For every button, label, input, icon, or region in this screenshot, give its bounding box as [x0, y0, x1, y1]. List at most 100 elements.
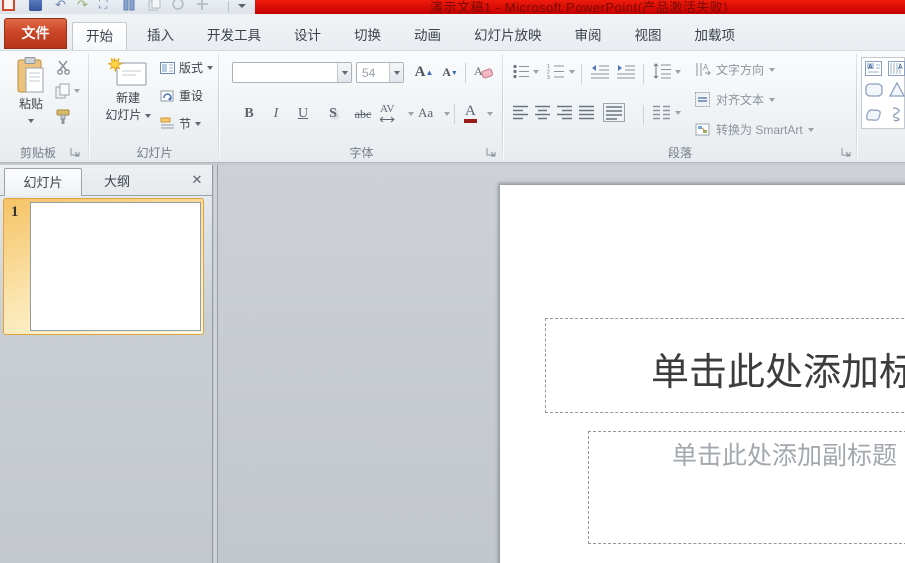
align-right-button[interactable] — [557, 105, 573, 120]
line-spacing-button[interactable] — [653, 63, 671, 79]
italic-button[interactable]: I — [268, 103, 284, 125]
open-icon[interactable]: ⛶ — [99, 0, 112, 11]
scribble-shape-icon[interactable] — [890, 106, 905, 122]
bold-button[interactable]: B — [240, 103, 258, 125]
ribbon: 粘贴 剪贴板 新建 幻灯片 版式 重设 节 幻灯片 54 A ▲ A ▼ A B… — [0, 50, 905, 163]
cut-icon[interactable] — [56, 59, 72, 75]
new-slide-dropdown-icon — [144, 113, 151, 118]
tab-slideshow[interactable]: 幻灯片放映 — [461, 22, 555, 50]
slide-thumbnail-selected[interactable]: 1 — [3, 198, 204, 335]
reset-button[interactable]: 重设 — [160, 87, 203, 104]
subtitle-placeholder[interactable]: 单击此处添加副标题 — [588, 431, 905, 544]
text-direction-button[interactable]: A 文字方向 — [695, 61, 776, 78]
svg-text:A: A — [868, 64, 873, 71]
align-text-dropdown-icon — [769, 97, 776, 102]
bullets-button[interactable] — [513, 64, 530, 79]
copy-icon[interactable] — [148, 0, 161, 11]
font-name-combobox[interactable] — [232, 62, 352, 83]
rounded-rectangle-shape-icon[interactable] — [865, 83, 883, 97]
shape-icon[interactable] — [172, 0, 185, 11]
group-font: 54 A ▲ A ▼ A B I U S abc AV Aa A 字体 — [220, 51, 503, 162]
redo-icon[interactable]: ↷ — [77, 0, 90, 12]
panel-close-icon[interactable]: ✕ — [188, 171, 206, 189]
paragraph-dialog-launcher-icon[interactable] — [841, 147, 853, 159]
tab-file[interactable]: 文件 — [4, 18, 67, 49]
slides-group-label: 幻灯片 — [136, 146, 173, 160]
tab-review[interactable]: 审阅 — [562, 22, 615, 50]
textbox-horizontal-icon[interactable]: A — [865, 61, 882, 76]
panel-tab-outline[interactable]: 大纲 — [84, 168, 150, 196]
text-direction-label: 文字方向 — [716, 63, 765, 77]
layout-button[interactable]: 版式 — [160, 59, 214, 76]
character-spacing-button[interactable]: AV — [380, 103, 414, 125]
copy-dropdown-icon[interactable] — [74, 89, 80, 93]
tab-transitions[interactable]: 切换 — [341, 22, 394, 50]
font-size-dropdown[interactable] — [389, 63, 403, 82]
save-icon[interactable] — [29, 0, 42, 11]
columns-icon[interactable] — [123, 0, 136, 11]
change-case-button[interactable]: Aa — [418, 103, 450, 125]
paste-label: 粘贴 — [18, 97, 43, 111]
tab-addins[interactable]: 加载项 — [682, 22, 749, 50]
justify-button[interactable] — [579, 105, 595, 120]
app-icon[interactable] — [2, 0, 15, 11]
paste-button[interactable]: 粘贴 — [10, 55, 52, 145]
tab-animations[interactable]: 动画 — [401, 22, 454, 50]
new-slide-icon — [108, 57, 147, 86]
slide-canvas[interactable]: 单击此处添加标题 单击此处添加副标题 — [500, 185, 905, 563]
numbering-dropdown-icon[interactable] — [569, 70, 575, 74]
qat-dropdown-icon[interactable] — [238, 4, 246, 8]
underline-button[interactable]: U — [294, 103, 312, 125]
increase-indent-button[interactable] — [617, 64, 635, 79]
freeform-shape-icon[interactable] — [865, 107, 882, 122]
separator — [643, 64, 644, 84]
text-shadow-button[interactable]: S — [324, 103, 342, 125]
font-name-dropdown[interactable] — [337, 63, 351, 82]
line-spacing-dropdown-icon[interactable] — [675, 70, 681, 74]
tab-design[interactable]: 设计 — [281, 22, 334, 50]
copy-button[interactable] — [55, 83, 71, 99]
section-icon — [160, 117, 174, 129]
textbox-vertical-icon[interactable]: A — [888, 61, 905, 76]
align-text-button[interactable]: 对齐文本 — [695, 91, 776, 108]
convert-smartart-button[interactable]: 转换为 SmartArt — [695, 121, 814, 138]
triangle-shape-icon[interactable] — [889, 82, 905, 97]
columns-dropdown-icon[interactable] — [675, 111, 681, 115]
font-dialog-launcher-icon[interactable] — [486, 147, 498, 159]
panel-tabs: 幻灯片 大纲 ✕ — [0, 165, 212, 196]
section-button[interactable]: 节 — [160, 115, 202, 132]
numbering-button[interactable]: 123 — [547, 63, 565, 79]
smartart-label: 转换为 SmartArt — [716, 123, 803, 137]
format-painter-icon[interactable] — [55, 109, 71, 125]
clipboard-dialog-launcher-icon[interactable] — [70, 147, 82, 159]
distribute-button[interactable] — [603, 103, 625, 122]
grow-font-button[interactable]: A ▲ — [412, 62, 436, 83]
font-size-combobox[interactable]: 54 — [356, 62, 404, 83]
columns-button[interactable] — [653, 105, 671, 120]
decrease-indent-button[interactable] — [591, 64, 609, 79]
title-placeholder[interactable]: 单击此处添加标题 — [545, 318, 905, 413]
panel-tab-slides[interactable]: 幻灯片 — [4, 168, 82, 196]
bullets-dropdown-icon[interactable] — [533, 70, 539, 74]
undo-icon[interactable]: ↶ — [55, 0, 68, 12]
new-slide-button[interactable]: 新建 幻灯片 — [100, 55, 156, 147]
shrink-font-button[interactable]: A ▼ — [439, 62, 461, 83]
panel-splitter[interactable] — [214, 165, 218, 563]
tab-view[interactable]: 视图 — [622, 22, 675, 50]
strikethrough-button[interactable]: abc — [350, 103, 376, 125]
svg-text:3: 3 — [547, 75, 550, 79]
group-drawing: A A — [857, 51, 905, 162]
slide-thumbnail-image[interactable] — [30, 202, 201, 331]
smartart-icon — [695, 123, 710, 136]
tab-home[interactable]: 开始 — [72, 22, 127, 50]
font-color-button[interactable]: A — [463, 103, 493, 125]
qat-separator — [228, 1, 229, 12]
layout-label: 版式 — [179, 61, 204, 75]
align-center-button[interactable] — [535, 105, 551, 120]
tab-insert[interactable]: 插入 — [134, 22, 187, 50]
move-icon[interactable] — [196, 0, 209, 11]
clear-formatting-button[interactable]: A — [472, 62, 494, 82]
spacing-dropdown-icon — [408, 112, 414, 116]
align-left-button[interactable] — [513, 105, 529, 120]
tab-developer[interactable]: 开发工具 — [194, 22, 274, 50]
